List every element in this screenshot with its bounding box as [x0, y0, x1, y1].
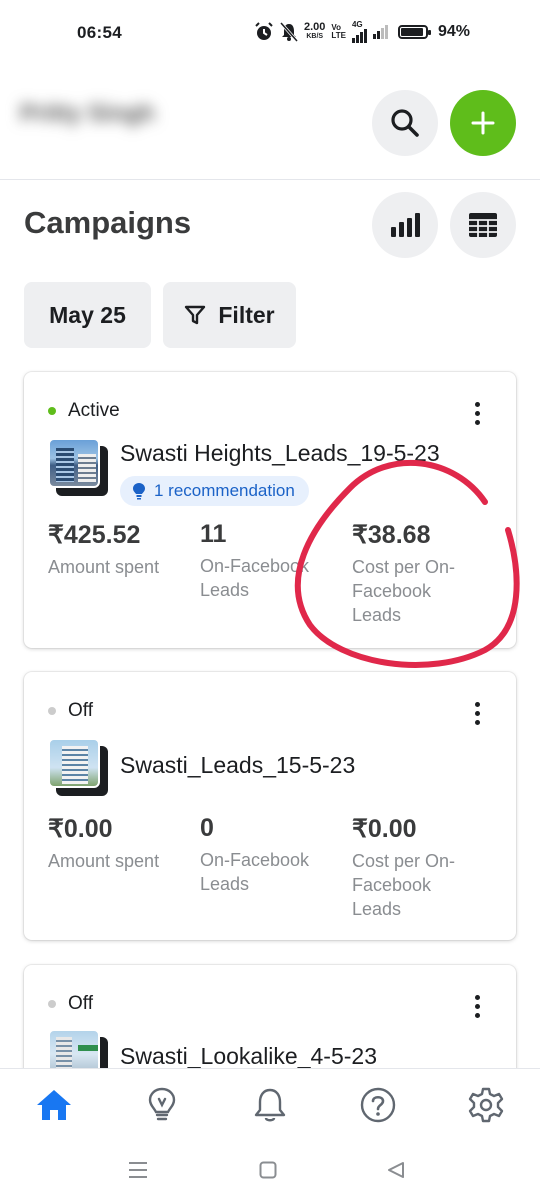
status-icons: 2.00 KB/S Vo LTE 4G 94% — [254, 21, 470, 43]
mute-bell-icon — [280, 22, 298, 42]
help-icon — [360, 1087, 396, 1123]
account-name[interactable]: Pritty Singh — [20, 100, 155, 128]
more-options-icon[interactable] — [462, 398, 492, 428]
search-icon — [391, 109, 419, 137]
metric-label: On-Facebook Leads — [200, 850, 310, 894]
campaign-card[interactable]: Active Swasti Heights_Leads_19-5-23 1 re… — [24, 372, 516, 648]
metric-value: ₹425.52 — [48, 521, 141, 549]
metric-value: ₹0.00 — [48, 815, 113, 843]
campaign-name: Swasti Heights_Leads_19-5-23 — [120, 440, 440, 466]
recommendation-badge[interactable]: 1 recommendation — [120, 476, 309, 506]
bar-chart-icon — [391, 213, 420, 237]
metric-leads: 0 On-Facebook Leads — [200, 814, 312, 896]
create-button[interactable] — [450, 90, 516, 156]
volte-indicator: Vo LTE — [331, 24, 346, 40]
filter-button[interactable]: Filter — [163, 282, 296, 348]
network-type: 4G — [351, 20, 363, 29]
metric-value: ₹38.68 — [352, 521, 431, 549]
metric-leads: 11 On-Facebook Leads — [200, 520, 312, 602]
funnel-icon — [185, 305, 206, 325]
status-dot — [48, 407, 56, 415]
status-bar: 06:54 2.00 KB/S Vo LTE 4G 94% — [0, 0, 540, 64]
more-options-icon[interactable] — [462, 991, 492, 1021]
table-view-button[interactable] — [450, 192, 516, 258]
home-system-button[interactable] — [254, 1156, 282, 1184]
battery-percent: 94% — [437, 23, 470, 40]
metric-label: Amount spent — [48, 851, 160, 871]
signal-strong: 4G — [351, 20, 367, 43]
filter-label: Filter — [218, 301, 275, 328]
nav-settings[interactable] — [464, 1083, 508, 1127]
metric-label: Cost per On-Facebook Leads — [352, 851, 456, 919]
nav-notifications[interactable] — [248, 1083, 292, 1127]
status-dot — [48, 707, 56, 715]
metric-label: Cost per On-Facebook Leads — [352, 557, 456, 625]
campaign-card[interactable]: Off Swasti_Leads_15-5-23 ₹0.00 Amount sp… — [24, 672, 516, 940]
campaign-status: Off — [48, 993, 93, 1015]
gear-icon — [468, 1087, 504, 1123]
app-header: Pritty Singh — [0, 64, 540, 180]
net-speed-value: 2.00 — [304, 21, 326, 33]
signal-bars-icon — [351, 29, 367, 43]
status-time: 06:54 — [77, 23, 122, 42]
nav-help[interactable] — [356, 1083, 400, 1127]
network-speed: 2.00 KB/S — [304, 21, 326, 41]
metric-cost-per-lead: ₹0.00 Cost per On-Facebook Leads — [352, 814, 470, 921]
metric-value: 0 — [200, 814, 214, 842]
campaign-name: Swasti_Leads_15-5-23 — [120, 752, 356, 778]
nav-home[interactable] — [32, 1083, 76, 1127]
net-speed-unit: KB/S — [306, 33, 324, 40]
more-options-icon[interactable] — [462, 698, 492, 728]
bottom-navigation — [0, 1068, 540, 1140]
menu-lines-icon — [129, 1162, 147, 1178]
metric-label: On-Facebook Leads — [200, 556, 310, 600]
lightbulb-icon — [148, 1087, 176, 1121]
page-title: Campaigns — [24, 205, 192, 240]
campaign-thumbnail — [48, 438, 108, 496]
campaign-status: Active — [48, 400, 120, 422]
recommendation-label: 1 recommendation — [154, 481, 295, 500]
recents-button[interactable] — [124, 1156, 152, 1184]
lightbulb-icon — [133, 483, 145, 500]
volte-bottom: LTE — [331, 31, 346, 40]
back-button[interactable] — [382, 1156, 410, 1184]
table-icon — [469, 213, 497, 237]
date-range-button[interactable]: May 25 — [24, 282, 151, 348]
signal-bars-weak-icon — [372, 25, 388, 39]
bell-icon — [254, 1088, 286, 1122]
battery-fill — [400, 28, 424, 36]
square-icon — [259, 1161, 277, 1179]
status-label: Off — [68, 993, 93, 1014]
chart-view-button[interactable] — [372, 192, 438, 258]
search-button[interactable] — [372, 90, 438, 156]
metric-value: 11 — [200, 520, 227, 548]
metric-cost-per-lead: ₹38.68 Cost per On-Facebook Leads — [352, 520, 470, 627]
status-dot — [48, 1000, 56, 1008]
alarm-icon — [255, 22, 273, 40]
metric-label: Amount spent — [48, 557, 160, 577]
metric-amount-spent: ₹0.00 Amount spent — [48, 814, 178, 873]
status-label: Off — [68, 700, 93, 721]
metric-amount-spent: ₹425.52 Amount spent — [48, 520, 178, 579]
back-triangle-icon — [388, 1162, 404, 1178]
campaign-name: Swasti_Lookalike_4-5-23 — [120, 1043, 377, 1069]
metric-value: ₹0.00 — [352, 815, 417, 843]
home-icon — [37, 1090, 71, 1120]
battery-icon — [397, 25, 431, 39]
nav-recommendations[interactable] — [140, 1083, 184, 1127]
status-label: Active — [68, 400, 120, 421]
plus-icon — [471, 111, 495, 135]
campaign-status: Off — [48, 700, 93, 722]
system-navigation — [0, 1140, 540, 1200]
campaign-thumbnail — [48, 738, 108, 796]
